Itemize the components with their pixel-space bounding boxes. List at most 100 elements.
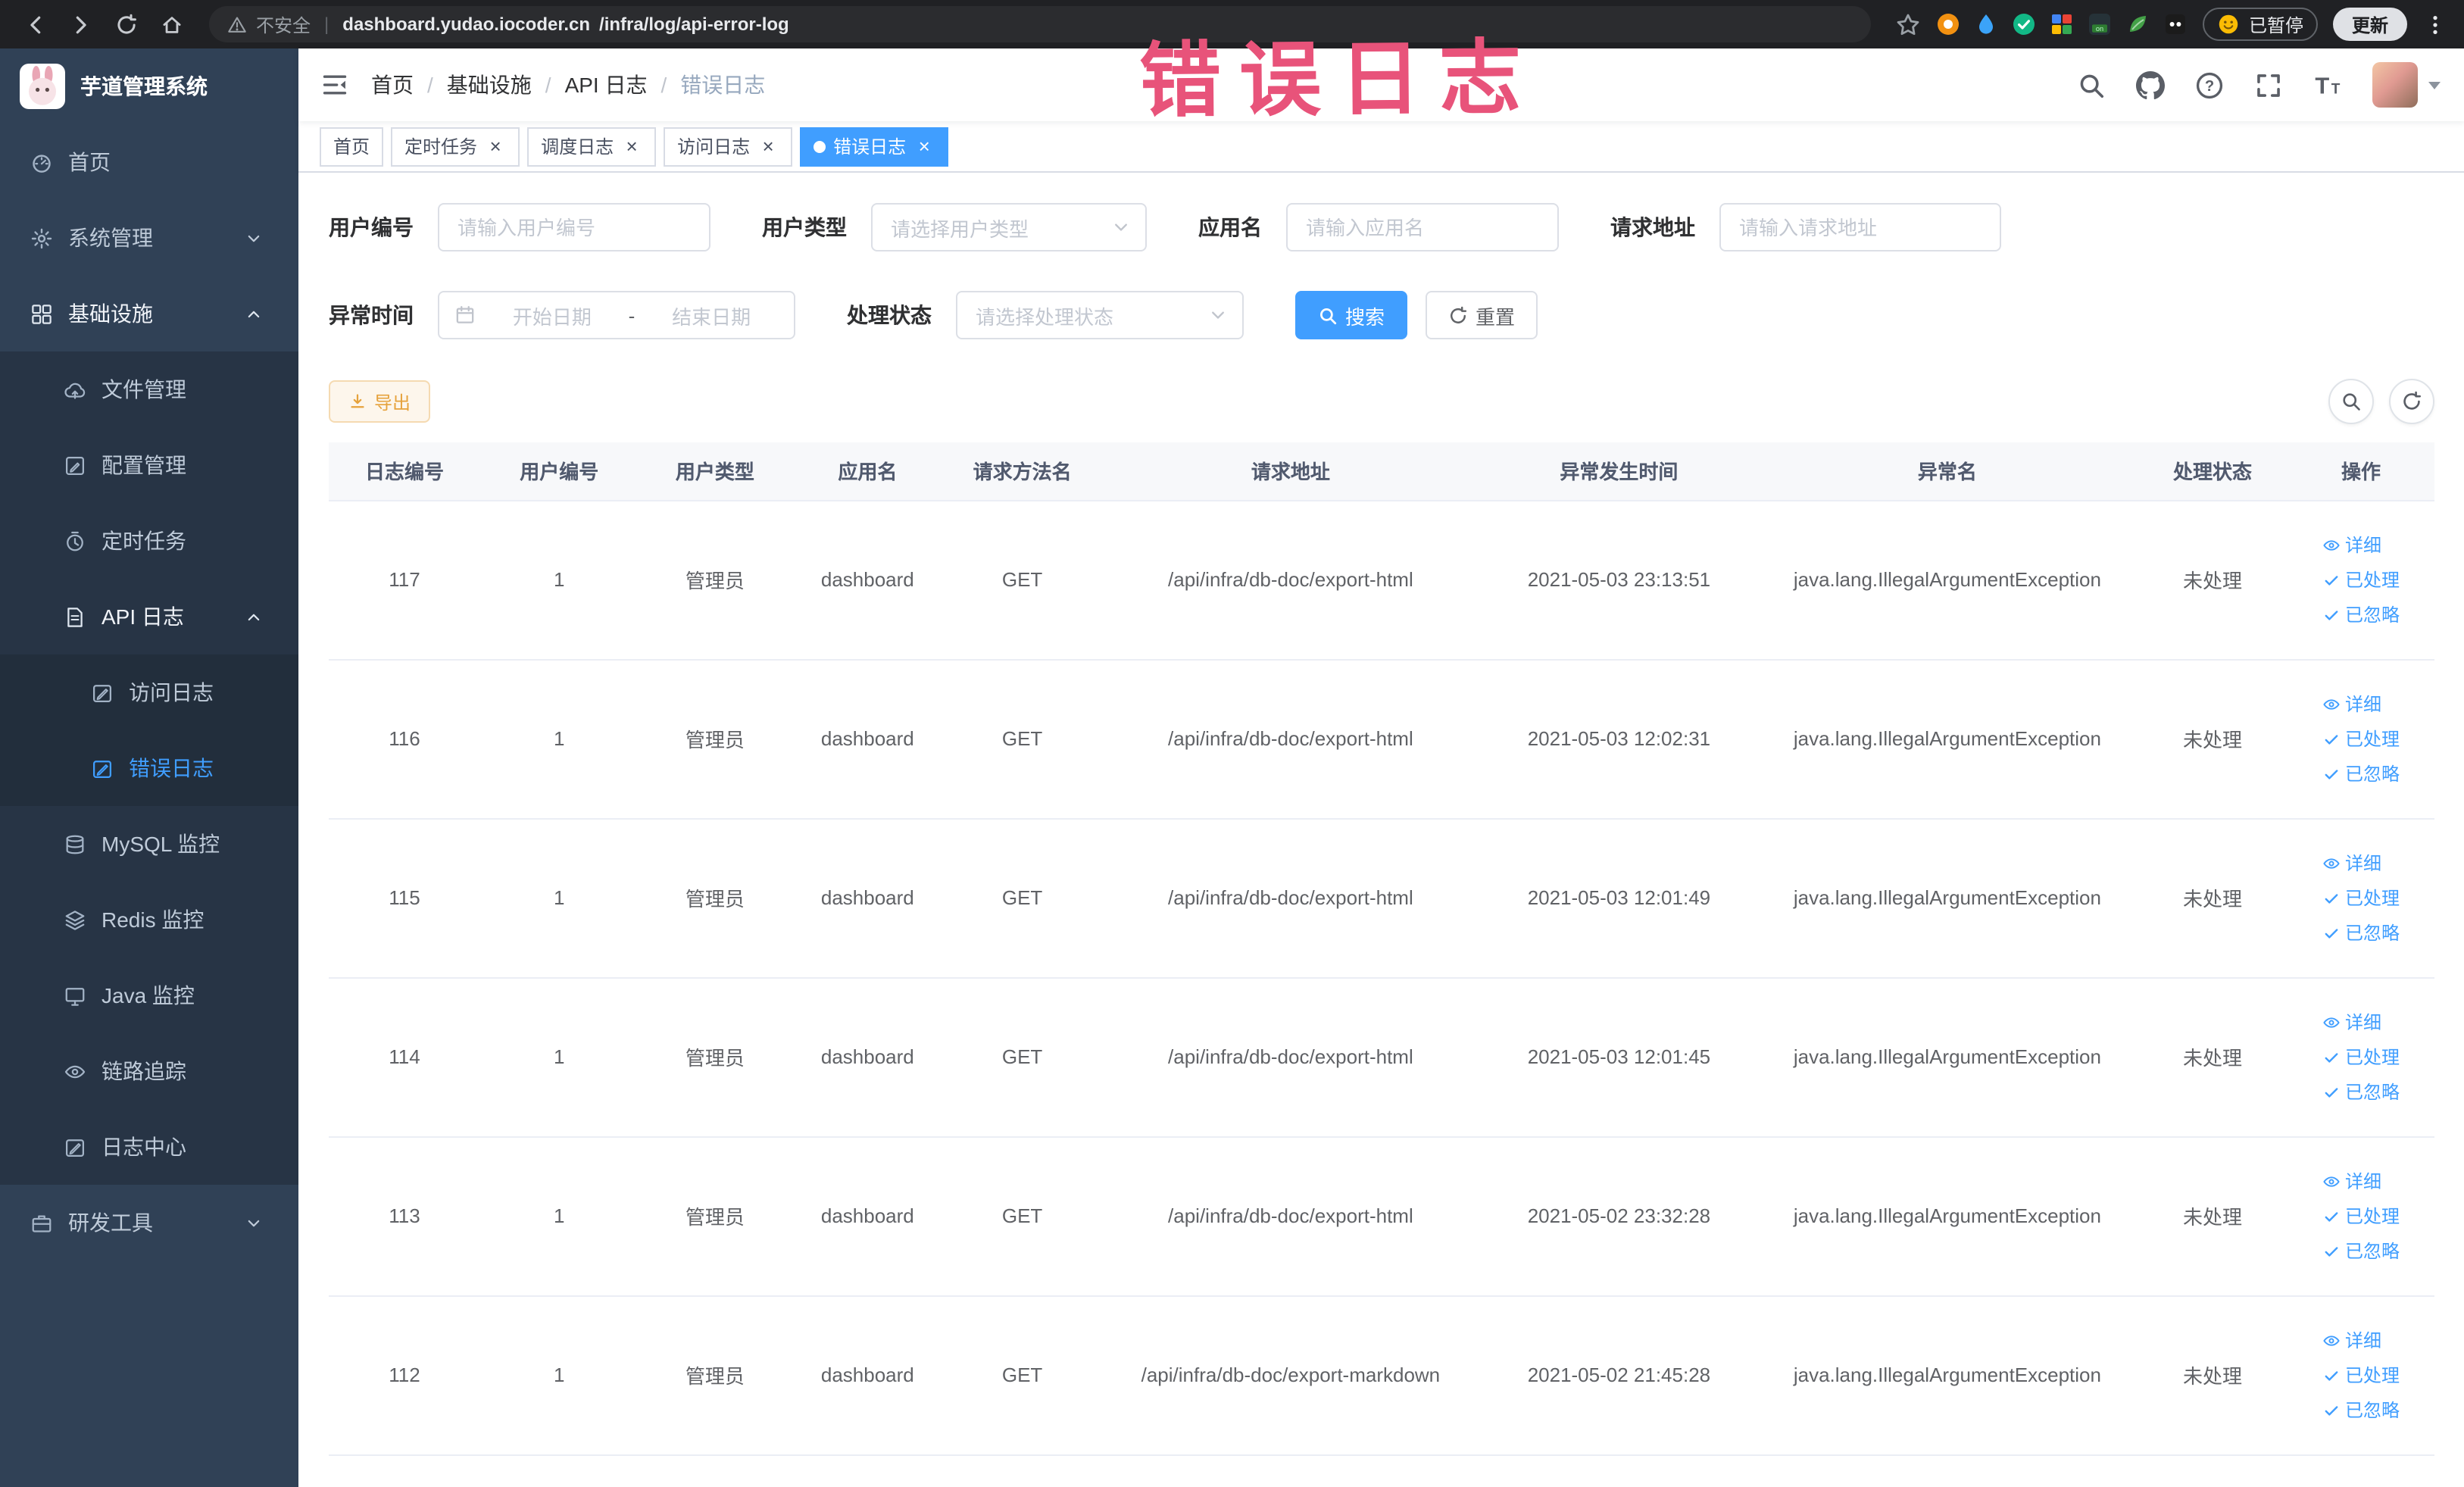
tab[interactable]: 访问日志 × [664,127,793,166]
ignored-link[interactable]: 已忽略 [2322,601,2400,627]
user-id-input[interactable] [438,203,710,251]
bookmark-star-icon[interactable] [1896,11,1922,37]
sidebar-item[interactable]: API 日志 [0,579,298,654]
close-icon[interactable]: × [621,136,642,157]
sidebar-item[interactable]: 基础设施 [0,276,298,351]
toggle-search-button[interactable] [2328,379,2373,424]
question-button[interactable]: ? [2194,70,2223,99]
sidebar-item-label: 定时任务 [101,529,186,553]
sidebar-item[interactable]: MySQL 监控 [0,806,298,882]
tab-label: 调度日志 [541,136,614,158]
leaf-extension-icon[interactable] [2126,12,2150,36]
close-icon[interactable]: × [757,136,779,157]
processed-link[interactable]: 已处理 [2322,1362,2400,1388]
processed-link[interactable]: 已处理 [2322,885,2400,911]
dark-extension-icon[interactable] [2164,12,2188,36]
chrome-update-button[interactable]: 更新 [2333,8,2406,41]
column-header: 日志编号 [329,442,481,501]
back-button[interactable] [15,5,55,44]
browser-menu-button[interactable] [2422,8,2449,41]
detail-link[interactable]: 详细 [2322,1009,2381,1035]
processed-link[interactable]: 已处理 [2322,1044,2400,1070]
tab[interactable]: 定时任务 × [391,127,520,166]
action-label: 详细 [2345,694,2382,715]
cell-time: 2021-05-03 12:02:31 [1480,659,1758,819]
breadcrumb-item[interactable]: 基础设施 [447,70,532,100]
reload-button[interactable] [106,5,145,44]
detail-link[interactable]: 详细 [2322,1168,2381,1194]
exception-time-filter: 异常时间 开始日期 - 结束日期 [329,291,795,339]
ignored-link[interactable]: 已忽略 [2322,761,2400,786]
green-check-extension-icon[interactable] [2013,12,2037,36]
search-button[interactable] [2076,70,2105,99]
address-bar[interactable]: 不安全 | dashboard.yudao.iocoder.cn/infra/l… [209,6,1872,42]
sidebar-item[interactable]: Redis 监控 [0,882,298,957]
sidebar-item[interactable]: 配置管理 [0,427,298,503]
sidebar-item[interactable]: 错误日志 [0,730,298,806]
processed-link[interactable]: 已处理 [2322,567,2400,592]
ignored-link[interactable]: 已忽略 [2322,1079,2400,1104]
navbar-right: ? T T [2076,62,2464,108]
close-icon[interactable]: × [485,136,506,157]
cell-status: 未处理 [2137,500,2289,660]
reset-button[interactable]: 重置 [1426,291,1538,339]
tab[interactable]: 首页 [320,127,384,166]
processed-link[interactable]: 已处理 [2322,726,2400,751]
breadcrumb-item[interactable]: 首页 [371,70,414,100]
sidebar-item[interactable]: 访问日志 [0,654,298,730]
ignored-link[interactable]: 已忽略 [2322,1397,2400,1423]
font-size-button[interactable]: TT [2313,70,2341,99]
ignored-link[interactable]: 已忽略 [2322,1238,2400,1264]
close-icon[interactable]: × [913,136,935,157]
sidebar-toggle-button[interactable] [298,48,371,121]
check-icon [2322,923,2341,942]
cell-log-id: 115 [329,818,481,978]
detail-link[interactable]: 详细 [2322,1327,2381,1353]
cell-time: 2021-05-03 12:01:45 [1480,977,1758,1137]
ignored-link[interactable]: 已忽略 [2322,920,2400,945]
export-button[interactable]: 导出 [329,380,431,423]
cell-status: 未处理 [2137,818,2289,978]
user-menu[interactable] [2372,62,2440,108]
cell-app-name: dashboard [792,1295,944,1455]
sidebar-item[interactable]: 首页 [0,124,298,200]
exception-time-range-picker[interactable]: 开始日期 - 结束日期 [438,291,795,339]
detail-link[interactable]: 详细 [2322,850,2381,876]
request-url-input[interactable] [1719,203,2001,251]
app-name-input[interactable] [1286,203,1559,251]
app-logo[interactable]: 芋道管理系统 [0,48,298,124]
app-name-filter: 应用名 [1198,203,1559,251]
fullscreen-button[interactable] [2253,70,2282,99]
sidebar-item[interactable]: 系统管理 [0,200,298,276]
github-button[interactable] [2135,70,2164,99]
user-type-select[interactable]: 请选择用户类型 [871,203,1147,251]
cell-exception: java.lang.IllegalArgumentException [1757,1295,2138,1455]
detail-link[interactable]: 详细 [2322,532,2381,558]
sidebar-item[interactable]: 链路追踪 [0,1033,298,1109]
tab[interactable]: 错误日志 × [800,127,949,166]
paused-extension-badge[interactable]: 已暂停 [2203,8,2319,41]
check-icon [2322,1401,2341,1419]
home-button[interactable] [151,5,191,44]
forward-button[interactable] [61,5,100,44]
eye-icon [2322,695,2341,713]
sidebar-item[interactable]: 文件管理 [0,351,298,427]
search-button[interactable]: 搜索 [1295,291,1408,339]
sidebar-item[interactable]: 研发工具 [0,1185,298,1261]
orange-extension-icon[interactable] [1937,12,1961,36]
sidebar-item-label: 系统管理 [68,226,153,250]
on-badge-extension-icon[interactable]: on [2088,12,2113,36]
detail-link[interactable]: 详细 [2322,691,2381,717]
breadcrumb-item[interactable]: API 日志 [565,70,648,100]
drop-extension-icon[interactable] [1975,12,1999,36]
filter-row-2: 异常时间 开始日期 - 结束日期 处理状态 请选择处理状态 搜索 重置 [329,291,2434,339]
grid-extension-icon[interactable] [2050,12,2075,36]
refresh-table-button[interactable] [2388,379,2434,424]
tab[interactable]: 调度日志 × [527,127,657,166]
sidebar-item[interactable]: 日志中心 [0,1109,298,1185]
processed-link[interactable]: 已处理 [2322,1203,2400,1229]
cell-actions: 详细 已处理 已忽略 [2288,977,2434,1137]
sidebar-item[interactable]: Java 监控 [0,957,298,1033]
sidebar-item[interactable]: 定时任务 [0,503,298,579]
process-status-select[interactable]: 请选择处理状态 [956,291,1244,339]
